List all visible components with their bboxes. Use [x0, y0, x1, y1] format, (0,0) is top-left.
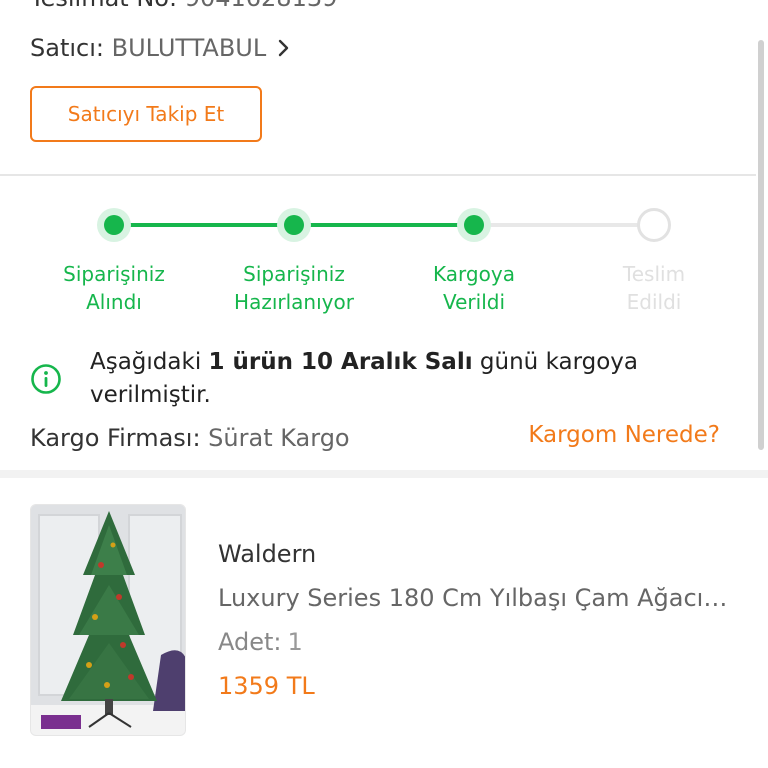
seller-name[interactable]: BULUTTABUL [112, 34, 267, 62]
progress-line-done [294, 223, 474, 227]
carrier-info: Kargo Firması: Sürat Kargo [30, 424, 350, 452]
step-label-shipped: Kargoya Verildi [433, 262, 515, 314]
product-card[interactable]: Waldern Luxury Series 180 Cm Yılbaşı Çam… [0, 478, 768, 768]
step-dot-shipped [457, 208, 491, 242]
product-name: Luxury Series 180 Cm Yılbaşı Çam Ağacı… [218, 584, 728, 612]
product-image[interactable] [30, 504, 186, 736]
follow-seller-button[interactable]: Satıcıyı Takip Et [30, 86, 262, 142]
quantity-value: 1 [287, 628, 303, 656]
step-label-preparing: Siparişiniz Hazırlanıyor [234, 262, 354, 314]
product-brand: Waldern [218, 540, 317, 568]
delivery-number-label: Teslimat No: [30, 0, 177, 12]
seller-link[interactable]: Satıcı: BULUTTABUL [30, 34, 290, 63]
progress-line-pending [474, 223, 654, 227]
delivery-number-value: 9041628139 [185, 0, 338, 12]
step-label-received: Siparişiniz Alındı [63, 262, 165, 314]
scrollbar[interactable] [758, 40, 764, 450]
step-dot-preparing [277, 208, 311, 242]
info-icon [30, 363, 62, 399]
track-shipment-link[interactable]: Kargom Nerede? [528, 422, 720, 448]
chevron-right-icon [278, 35, 290, 63]
product-price: 1359 TL [218, 672, 315, 700]
step-dot-received [97, 208, 131, 242]
seller-label: Satıcı: [30, 34, 104, 62]
quantity-label: Adet: [218, 628, 282, 656]
step-label-delivered: Teslim Edildi [622, 262, 686, 314]
carrier-label: Kargo Firması: [30, 424, 201, 452]
delivery-number: Teslimat No: 9041628139 [30, 0, 337, 12]
product-quantity: Adet: 1 [218, 628, 303, 656]
carrier-name: Sürat Kargo [208, 424, 350, 452]
order-header: Teslimat No: 9041628139 Satıcı: BULUTTAB… [0, 0, 756, 176]
shipping-info-text: Aşağıdaki 1 ürün 10 Aralık Salı günü kar… [90, 349, 639, 408]
progress-line-done [114, 223, 294, 227]
step-dot-delivered [637, 208, 671, 242]
section-separator [0, 470, 768, 478]
